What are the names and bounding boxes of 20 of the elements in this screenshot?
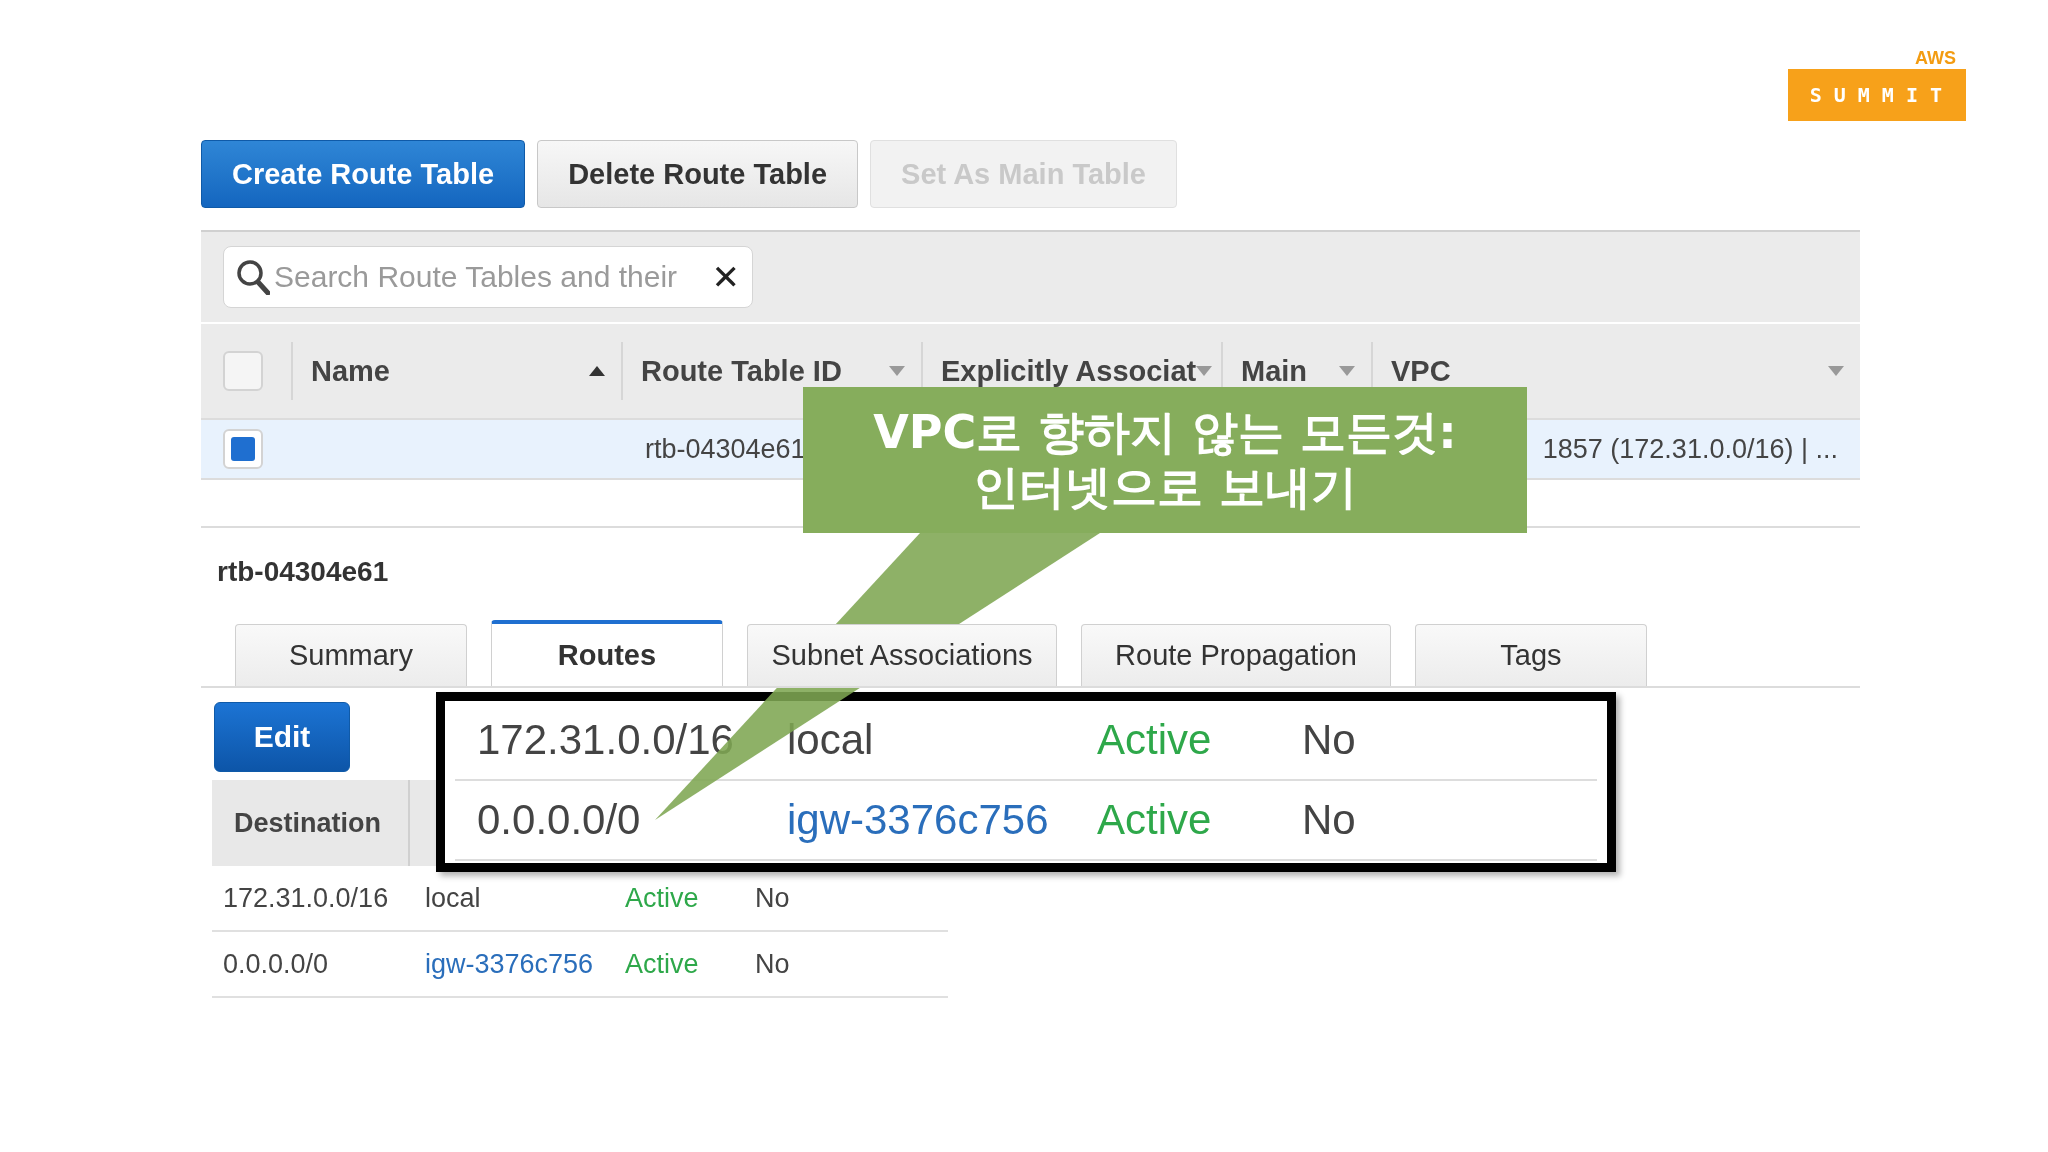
table-cell-text: No: [1302, 796, 1357, 844]
table-cell-text: rtb-04304e61: [644, 433, 807, 465]
table-cell-text: No: [754, 948, 791, 980]
logo-caption: AWS: [1915, 48, 1956, 69]
table-cell-text: local: [424, 882, 482, 914]
table-cell-text: Active: [1097, 716, 1213, 764]
table-cell-text: local: [787, 716, 875, 764]
table-cell-text: No: [1302, 716, 1357, 764]
table-cell-text: 0.0.0.0/0: [222, 948, 330, 980]
table-cell-text: 172.31.0.0/16: [222, 882, 390, 914]
table-cell-text: Active: [624, 948, 700, 980]
table-cell-text: 1857 (172.31.0.0/16) | ...: [1542, 433, 1839, 465]
table-cell-text: No: [754, 882, 791, 914]
callout-text: VPC로 향하지 않는 모든것: 인터넷으로 보내기: [873, 404, 1457, 516]
detail-title: rtb-04304e61: [217, 556, 390, 588]
logo-badge: SUMMIT: [1787, 69, 1966, 121]
table-cell-text: Active: [624, 882, 700, 914]
table-cell-text: 0.0.0.0/0: [477, 796, 642, 844]
table-cell-text: 172.31.0.0/16: [477, 716, 735, 764]
table-cell-text: Active: [1097, 796, 1213, 844]
